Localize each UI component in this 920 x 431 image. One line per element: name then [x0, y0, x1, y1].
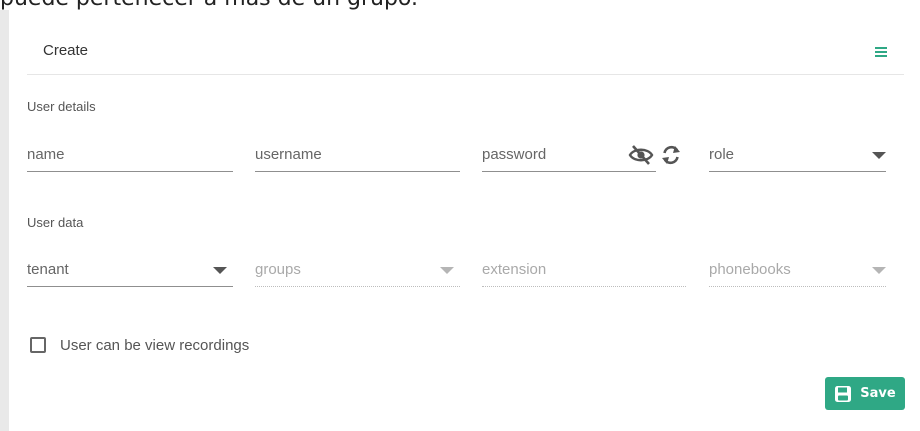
username-field[interactable]: username — [255, 142, 460, 172]
tenant-chevron-down-icon — [213, 267, 227, 274]
floppy-disk-icon — [835, 385, 852, 402]
phonebooks-chevron-down-icon — [872, 267, 886, 274]
extension-field[interactable]: extension — [482, 257, 686, 287]
name-field[interactable]: name — [27, 142, 233, 172]
extension-underline — [482, 286, 686, 287]
phonebooks-placeholder: phonebooks — [709, 261, 791, 278]
password-actions — [628, 142, 682, 168]
groups-placeholder: groups — [255, 261, 301, 278]
phonebooks-underline — [709, 286, 886, 287]
save-button-label: Save — [860, 386, 896, 401]
refresh-icon[interactable] — [660, 144, 682, 166]
username-underline — [255, 171, 460, 172]
view-recordings-label: User can be view recordings — [60, 337, 250, 354]
phonebooks-select[interactable]: phonebooks — [709, 257, 886, 287]
tenant-placeholder: tenant — [27, 261, 69, 278]
username-placeholder: username — [255, 146, 322, 163]
left-panel-edge — [0, 10, 9, 431]
save-button[interactable]: Save — [825, 377, 905, 410]
groups-chevron-down-icon — [440, 267, 454, 274]
page-title: Create — [43, 42, 89, 59]
role-select[interactable]: role — [709, 142, 886, 172]
header-divider — [27, 74, 904, 75]
hamburger-menu-icon[interactable] — [874, 45, 888, 59]
role-chevron-down-icon — [872, 152, 886, 159]
groups-select[interactable]: groups — [255, 257, 460, 287]
role-placeholder: role — [709, 146, 735, 163]
name-placeholder: name — [27, 146, 65, 163]
groups-underline — [255, 286, 460, 287]
password-placeholder: password — [482, 146, 547, 163]
section-title-user-data: User data — [27, 215, 84, 230]
role-underline — [709, 171, 886, 172]
extension-placeholder: extension — [482, 261, 547, 278]
password-underline — [482, 171, 656, 172]
section-title-user-details: User details — [27, 99, 96, 114]
name-underline — [27, 171, 233, 172]
eye-slash-icon[interactable] — [628, 144, 654, 166]
tenant-underline — [27, 286, 233, 287]
view-recordings-checkbox[interactable] — [30, 337, 46, 353]
tenant-select[interactable]: tenant — [27, 257, 233, 287]
